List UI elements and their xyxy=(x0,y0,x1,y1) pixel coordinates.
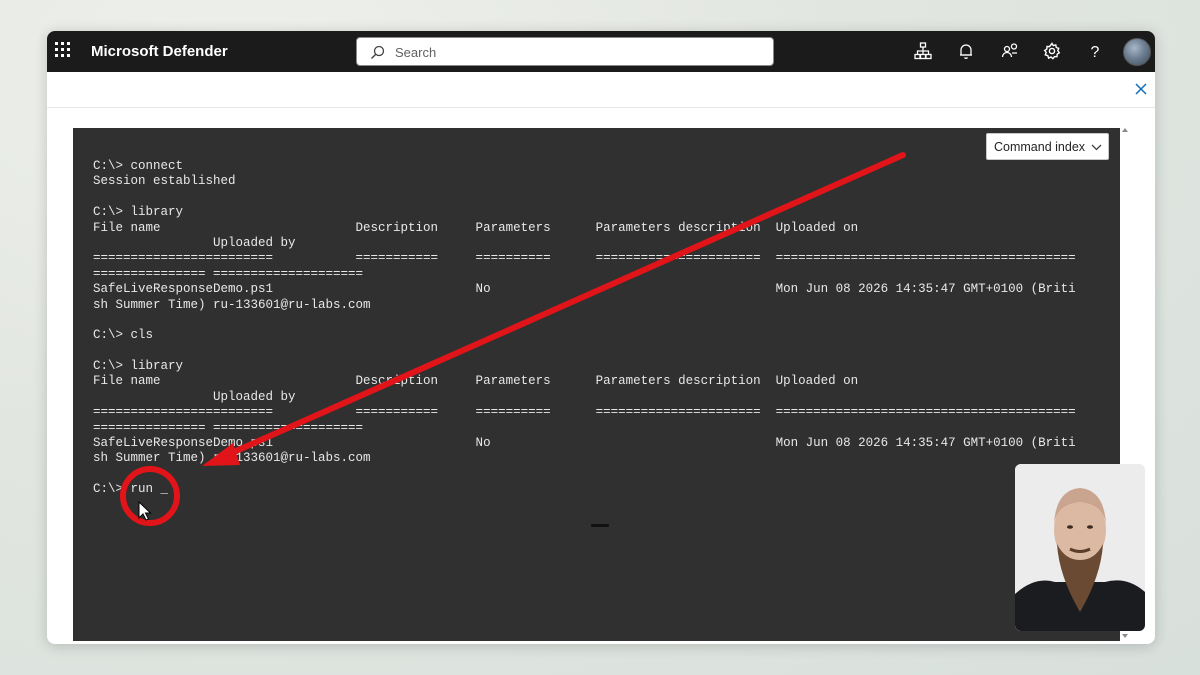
console-line: SafeLiveResponseDemo.ps1 No Mon Jun 08 2… xyxy=(93,436,1076,451)
console-line: SafeLiveResponseDemo.ps1 No Mon Jun 08 2… xyxy=(93,282,1076,297)
defender-window: Microsoft Defender Search ? C:\> connect… xyxy=(47,31,1155,644)
search-box[interactable] xyxy=(356,37,774,66)
console-line: C:\> run _ xyxy=(93,482,169,497)
console-line: =============== ==================== xyxy=(93,420,364,435)
console-line: sh Summer Time) ru-133601@ru-labs.com xyxy=(93,297,371,312)
user-avatar[interactable] xyxy=(1123,38,1151,66)
search-icon xyxy=(371,45,385,59)
gear-icon[interactable] xyxy=(1043,42,1061,60)
console-line: File name Description Parameters Paramet… xyxy=(93,374,859,389)
resize-handle[interactable] xyxy=(591,524,609,527)
org-chart-icon[interactable] xyxy=(914,42,932,60)
console-line: C:\> connect xyxy=(93,159,184,173)
console-line: ======================== =========== ===… xyxy=(93,251,1076,266)
close-icon[interactable] xyxy=(1133,81,1149,97)
panel-header xyxy=(47,72,1155,108)
console-line: Uploaded by xyxy=(93,235,296,250)
console-line: sh Summer Time) ru-133601@ru-labs.com xyxy=(93,451,371,466)
help-icon[interactable]: ? xyxy=(1086,42,1104,60)
console-line: C:\> library xyxy=(93,359,184,374)
help-glyph: ? xyxy=(1091,44,1100,60)
console-line: =============== ==================== xyxy=(93,266,364,281)
console-line: File name Description Parameters Paramet… xyxy=(93,220,859,235)
people-settings-icon[interactable] xyxy=(1001,42,1019,60)
scroll-up-arrow-icon[interactable] xyxy=(1122,128,1128,132)
command-index-label: Command index xyxy=(994,140,1086,154)
console-line: C:\> library xyxy=(93,205,184,220)
console-line: C:\> cls xyxy=(93,328,154,343)
top-navigation-bar: Microsoft Defender Search ? xyxy=(47,31,1155,72)
live-response-console[interactable]: C:\> connect Session established C:\> libr… xyxy=(73,128,1120,641)
app-launcher-icon[interactable] xyxy=(55,42,71,58)
search-input[interactable] xyxy=(395,43,755,61)
console-line: ======================== =========== ===… xyxy=(93,405,1076,420)
bell-icon[interactable] xyxy=(957,42,975,60)
command-index-dropdown[interactable]: Command index xyxy=(986,133,1109,160)
console-line: Uploaded by xyxy=(93,389,296,404)
console-output: C:\> connect Session established C:\> libr… xyxy=(93,159,1103,498)
scroll-down-arrow-icon[interactable] xyxy=(1122,634,1128,638)
console-line: Session established xyxy=(93,174,236,189)
presenter-webcam xyxy=(1015,464,1145,631)
app-title[interactable]: Microsoft Defender xyxy=(91,43,228,60)
chevron-down-icon xyxy=(1091,144,1102,151)
